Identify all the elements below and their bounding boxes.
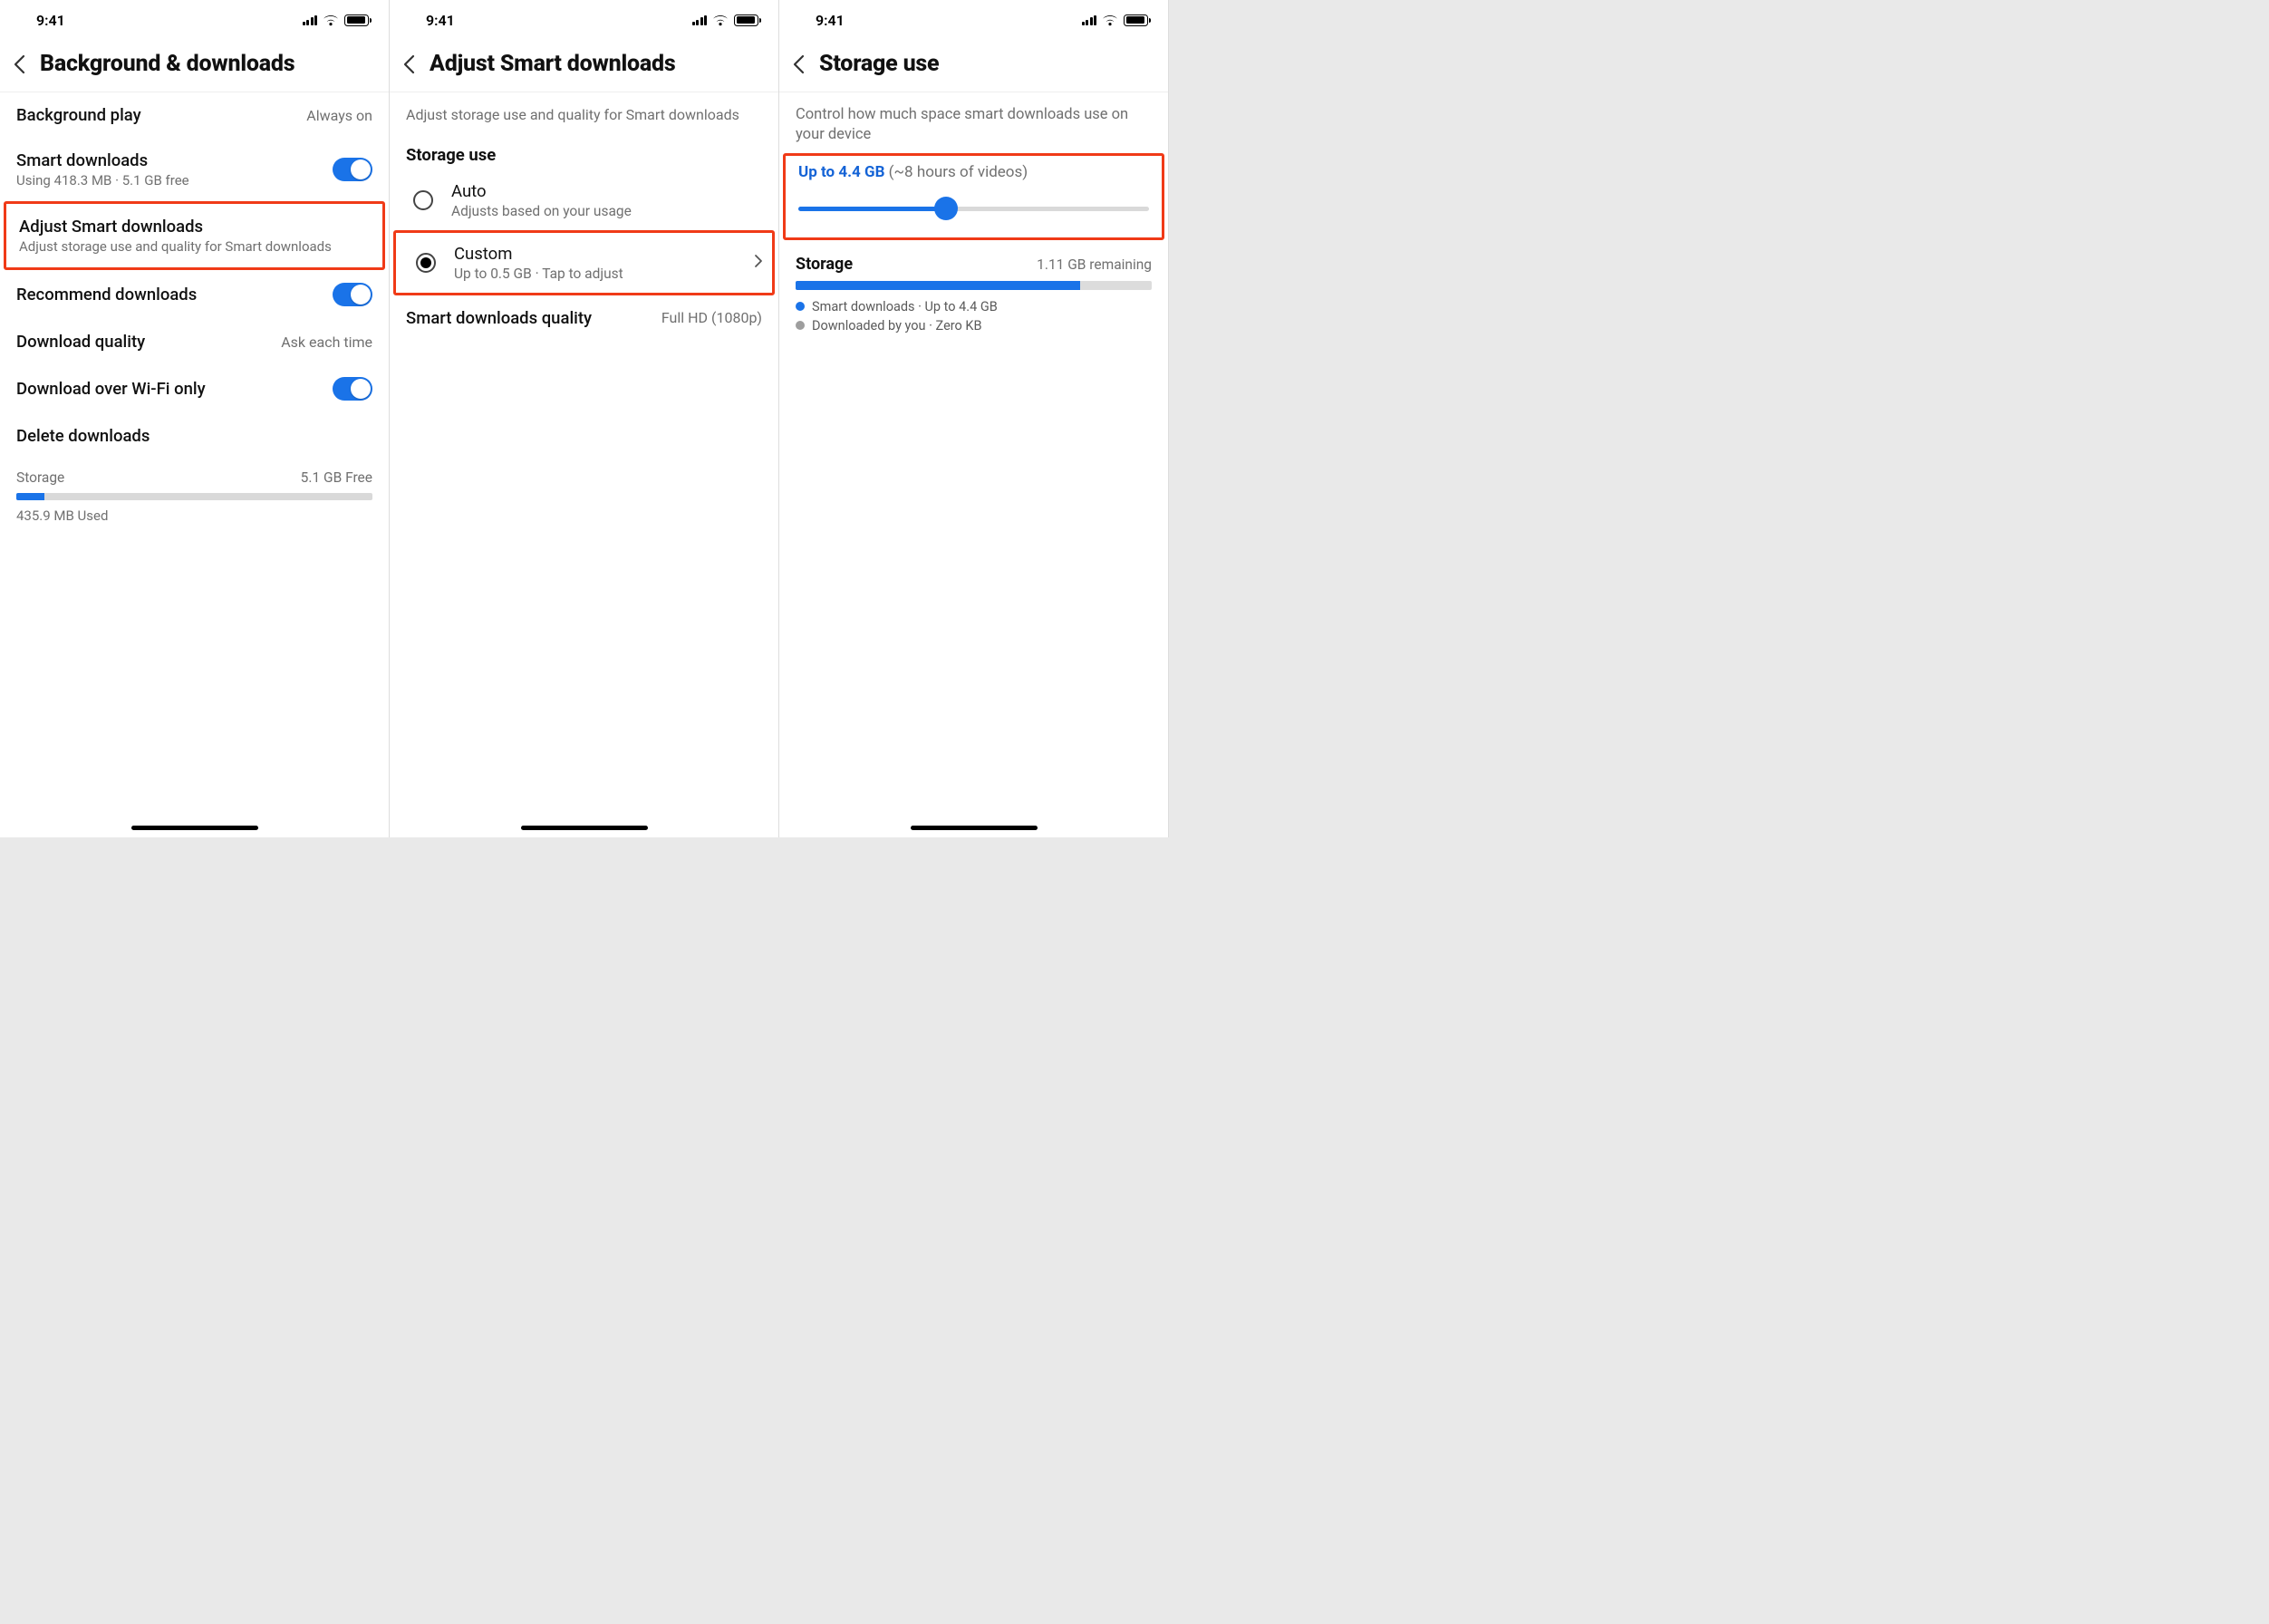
status-time: 9:41 (408, 12, 455, 29)
page-header: Storage use (779, 40, 1168, 92)
screen-storage-use: 9:41 Storage use Control how much space … (779, 0, 1169, 837)
legend-downloaded-by-you: Downloaded by you · Zero KB (796, 318, 1152, 334)
storage-legend: Smart downloads · Up to 4.4 GB Downloade… (796, 299, 1152, 334)
radio-custom[interactable] (416, 253, 436, 273)
page-header: Adjust Smart downloads (390, 40, 778, 92)
storage-limit-readout: Up to 4.4 GB (~8 hours of videos) (798, 163, 1149, 181)
home-indicator[interactable] (521, 826, 648, 830)
row-delete-downloads[interactable]: Delete downloads (0, 413, 389, 459)
screen-background-downloads: 9:41 Background & downloads Background p… (0, 0, 390, 837)
custom-sub: Up to 0.5 GB · Tap to adjust (454, 266, 736, 282)
slider-track-fill (798, 207, 946, 211)
quality-value: Full HD (1080p) (661, 309, 762, 326)
battery-icon (734, 14, 758, 26)
row-wifi-only[interactable]: Download over Wi-Fi only (0, 364, 389, 413)
storage-breakdown: Storage 1.11 GB remaining Smart download… (779, 249, 1168, 334)
smart-downloads-toggle[interactable] (333, 158, 372, 181)
status-icons (303, 14, 372, 26)
storage-bar-fill (796, 281, 1080, 290)
page-description: Adjust storage use and quality for Smart… (390, 92, 778, 134)
legend-dot-grey (796, 321, 805, 330)
status-bar: 9:41 (0, 0, 389, 40)
battery-icon (344, 14, 369, 26)
storage-used: 435.9 MB Used (16, 508, 372, 524)
legend-dot-blue (796, 302, 805, 311)
wifi-only-toggle[interactable] (333, 377, 372, 401)
page-title: Storage use (819, 51, 939, 77)
status-time: 9:41 (797, 12, 845, 29)
page-description: Control how much space smart downloads u… (779, 92, 1168, 153)
status-icons (692, 14, 761, 26)
back-button[interactable] (13, 54, 25, 74)
status-bar: 9:41 (779, 0, 1168, 40)
smart-downloads-sub: Using 418.3 MB · 5.1 GB free (16, 172, 189, 188)
storage-section: Storage 5.1 GB Free 435.9 MB Used (0, 459, 389, 524)
back-button[interactable] (792, 54, 805, 74)
battery-icon (1124, 14, 1148, 26)
adjust-sub: Adjust storage use and quality for Smart… (19, 238, 332, 255)
storage-label: Storage (16, 469, 64, 486)
wifi-icon (323, 14, 339, 26)
home-indicator[interactable] (911, 826, 1038, 830)
background-play-label: Background play (16, 105, 141, 125)
storage-label: Storage (796, 255, 853, 274)
recommend-toggle[interactable] (333, 283, 372, 306)
row-smart-downloads[interactable]: Smart downloads Using 418.3 MB · 5.1 GB … (0, 138, 389, 201)
storage-limit-value: Up to 4.4 GB (798, 163, 884, 181)
chevron-right-icon (754, 254, 763, 272)
wifi-icon (1102, 14, 1118, 26)
row-download-quality[interactable]: Download quality Ask each time (0, 319, 389, 364)
page-title: Adjust Smart downloads (430, 51, 676, 77)
cellular-icon (303, 14, 318, 25)
custom-title: Custom (454, 244, 736, 264)
status-time: 9:41 (18, 12, 65, 29)
row-adjust-smart-downloads[interactable]: Adjust Smart downloads Adjust storage us… (6, 204, 382, 267)
highlight-adjust-smart-downloads: Adjust Smart downloads Adjust storage us… (4, 201, 385, 270)
storage-bar (16, 493, 372, 500)
row-smart-downloads-quality[interactable]: Smart downloads quality Full HD (1080p) (390, 295, 778, 341)
storage-bar (796, 281, 1152, 290)
background-play-value: Always on (306, 107, 372, 124)
slider-thumb[interactable] (934, 197, 958, 220)
wifi-icon (712, 14, 729, 26)
dl-quality-value: Ask each time (281, 334, 372, 351)
storage-free: 5.1 GB Free (301, 469, 372, 486)
legend-you-text: Downloaded by you · Zero KB (812, 318, 982, 334)
dl-quality-label: Download quality (16, 332, 145, 352)
screen-adjust-smart-downloads: 9:41 Adjust Smart downloads Adjust stora… (390, 0, 779, 837)
recommend-label: Recommend downloads (16, 285, 197, 304)
legend-smart-downloads: Smart downloads · Up to 4.4 GB (796, 299, 1152, 314)
storage-remaining: 1.11 GB remaining (1037, 256, 1152, 273)
back-button[interactable] (402, 54, 415, 74)
auto-title: Auto (451, 181, 762, 201)
page-header: Background & downloads (0, 40, 389, 92)
section-storage-use: Storage use (390, 134, 778, 170)
row-recommend-downloads[interactable]: Recommend downloads (0, 270, 389, 319)
storage-slider[interactable] (798, 196, 1149, 221)
cellular-icon (1082, 14, 1097, 25)
cellular-icon (692, 14, 708, 25)
auto-sub: Adjusts based on your usage (451, 203, 762, 219)
delete-label: Delete downloads (16, 426, 150, 446)
wifi-only-label: Download over Wi-Fi only (16, 379, 206, 399)
row-background-play[interactable]: Background play Always on (0, 92, 389, 138)
radio-auto[interactable] (413, 190, 433, 210)
storage-limit-note: (~8 hours of videos) (889, 163, 1028, 181)
status-bar: 9:41 (390, 0, 778, 40)
highlight-storage-slider: Up to 4.4 GB (~8 hours of videos) (783, 153, 1164, 240)
option-custom[interactable]: Custom Up to 0.5 GB · Tap to adjust (396, 233, 772, 293)
highlight-custom-option: Custom Up to 0.5 GB · Tap to adjust (393, 230, 775, 295)
storage-bar-fill (16, 493, 44, 500)
adjust-label: Adjust Smart downloads (19, 217, 332, 237)
legend-smart-text: Smart downloads · Up to 4.4 GB (812, 299, 998, 314)
option-auto[interactable]: Auto Adjusts based on your usage (390, 170, 778, 230)
smart-downloads-label: Smart downloads (16, 150, 189, 170)
home-indicator[interactable] (131, 826, 258, 830)
quality-label: Smart downloads quality (406, 308, 592, 328)
status-icons (1082, 14, 1151, 26)
page-title: Background & downloads (40, 51, 294, 77)
